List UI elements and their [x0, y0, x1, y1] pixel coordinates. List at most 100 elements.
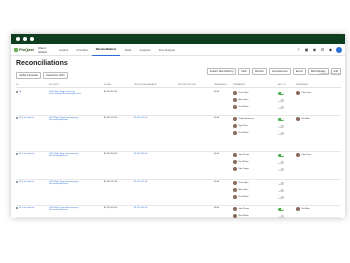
account-name[interactable]: 1000 Wells Fargo Checking Intercompany R…: [49, 91, 87, 96]
preparer[interactable]: Kim Whalen: [233, 195, 249, 199]
gl-link[interactable]: GL Link and sub: [19, 153, 34, 155]
signoff-toggle[interactable]: [278, 167, 284, 171]
avatar: [233, 167, 237, 171]
signoff-toggle[interactable]: [278, 160, 284, 164]
tab-tasks[interactable]: Tasks: [120, 44, 135, 56]
preparer[interactable]: Kyle Cooper: [233, 167, 249, 171]
header-gl[interactable]: GL: [16, 84, 19, 86]
signoff-toggle[interactable]: [278, 214, 284, 218]
row-checkbox[interactable]: [16, 117, 18, 119]
client-selector[interactable]: Client · Global: [38, 46, 55, 54]
gear-icon[interactable]: ⚙: [320, 47, 325, 52]
chat-icon[interactable]: ◉: [312, 47, 317, 52]
table-row[interactable]: GL 1000 Wells Fargo Checking Intercompany…: [16, 90, 341, 116]
reviewer[interactable]: Clara Grant: [296, 153, 311, 157]
header-reconciled-diff[interactable]: RECONCILED DIFF: [178, 84, 196, 86]
window-minimize-dot[interactable]: [23, 37, 27, 41]
gl-link[interactable]: GL Link and sub: [19, 181, 34, 183]
signoff-toggle[interactable]: [278, 195, 284, 199]
reviewer[interactable]: Clara Grant: [296, 91, 311, 95]
table-row[interactable]: GL Link and sub 1300 Wells Fargo Intercom…: [16, 180, 341, 206]
preparer[interactable]: Ryan Ross: [233, 124, 248, 128]
reconciled-balance[interactable]: $1,435,555.00: [134, 117, 147, 119]
table-row[interactable]: GL Link and sub 1100 Wells Fargo Intercom…: [16, 116, 341, 152]
tab-reconciliations[interactable]: Reconciliations: [91, 44, 121, 56]
tab-analytics[interactable]: Analytics: [136, 44, 155, 56]
filter-button[interactable]: Filter: [238, 68, 250, 75]
signoff-toggle[interactable]: [278, 188, 284, 192]
signoff-toggle[interactable]: [278, 105, 284, 109]
signoff-toggle[interactable]: [278, 117, 284, 121]
row-checkbox[interactable]: [16, 91, 18, 93]
logo[interactable]: FloQast: [14, 47, 38, 52]
help-icon[interactable]: ?: [296, 47, 301, 52]
header-preparers[interactable]: PREPARERS: [233, 84, 245, 86]
account-name[interactable]: 1200 Wells Fargo Intercompany Reconcilin…: [49, 153, 87, 158]
reviewer[interactable]: Kirk Elder: [296, 207, 310, 211]
preparer-name: Alexa Stern: [238, 99, 249, 101]
preparer-name: Kyle Cooper: [238, 168, 249, 170]
tab-checklist[interactable]: Checklist: [72, 44, 91, 56]
tab-flux-analysis[interactable]: Flux Analysis: [155, 44, 179, 56]
header-add-to[interactable]: ADD TO: [278, 84, 285, 86]
preparer[interactable]: Alexa Stern: [233, 98, 248, 102]
preparer[interactable]: Kevin Flynn: [233, 181, 248, 185]
preparer-name: Jake Parson: [238, 208, 250, 210]
user-avatar[interactable]: [336, 46, 342, 53]
account-name[interactable]: 1100 Wells Fargo Intercompany Reconcilin…: [49, 117, 87, 122]
preparer[interactable]: Jake Parson: [233, 153, 249, 157]
preparer[interactable]: Kevin Flynn: [233, 91, 248, 95]
period-select[interactable]: September 2023: [43, 72, 68, 79]
bell-icon[interactable]: ◆: [328, 47, 333, 52]
refresh-button[interactable]: Refresh: [251, 68, 267, 75]
toggle-knob: [278, 188, 281, 192]
row-checkbox[interactable]: [16, 153, 18, 155]
preparer[interactable]: Kim Whalen: [233, 105, 249, 109]
preparer[interactable]: Kim Whalen: [233, 214, 249, 218]
table-row[interactable]: GL Link and sub 1400 Wells Fargo Intercom…: [16, 206, 341, 218]
header-reconciled-balance[interactable]: RECONCILED BALANCE: [134, 84, 157, 86]
preparer[interactable]: Jake Parson: [233, 207, 249, 211]
window-maximize-dot[interactable]: [30, 37, 34, 41]
signoff-toggle[interactable]: [278, 207, 284, 211]
export-button[interactable]: Export: [292, 68, 306, 75]
signoff-toggle[interactable]: [278, 98, 284, 102]
gl-link[interactable]: GL Link and sub: [19, 117, 34, 119]
completeness-button[interactable]: Completeness: [268, 68, 291, 75]
reviewer-name: Kirk Elder: [301, 118, 310, 120]
row-checkbox[interactable]: [16, 181, 18, 183]
signoff-toggle[interactable]: [278, 131, 284, 135]
signoff-toggle[interactable]: [278, 124, 284, 128]
tab-folders[interactable]: Folders: [55, 44, 72, 56]
header-reviewers[interactable]: REVIEWERS: [296, 84, 308, 86]
signoff-toggle[interactable]: [278, 91, 284, 95]
signoff-toggle[interactable]: [278, 181, 284, 185]
gl-link[interactable]: GL: [19, 91, 22, 93]
reconciled-balance[interactable]: $1,235,005.00: [134, 207, 147, 209]
preparer[interactable]: Kim Whalen: [233, 160, 249, 164]
reviewer-name: Clara Grant: [301, 92, 312, 94]
box-icon[interactable]: ▣: [304, 47, 309, 52]
gl-balance: $1,435,555.00: [104, 117, 118, 119]
reviewer[interactable]: Kirk Elder: [296, 117, 310, 121]
reconciled-balance[interactable]: $1,411,021.00: [134, 181, 147, 183]
account-name[interactable]: 1300 Wells Fargo Intercompany Reconcilin…: [49, 181, 87, 186]
signoff-toggle[interactable]: [278, 153, 284, 157]
header-difference[interactable]: DIFFERENCE: [214, 84, 227, 86]
top-nav: FloQast Client · Global Folders Checklis…: [11, 44, 345, 56]
table-row[interactable]: GL Link and sub 1200 Wells Fargo Intercom…: [16, 152, 341, 180]
header-gl-bal[interactable]: GL BAL: [104, 84, 111, 86]
avatar: [296, 207, 300, 211]
header-account[interactable]: ACCOUNT: [49, 84, 59, 86]
window-close-dot[interactable]: [16, 37, 20, 41]
avatar: [233, 214, 237, 218]
preparer[interactable]: Kim Whalen: [233, 131, 249, 135]
auditor-warning-button[interactable]: Auditor Task Warning: [206, 68, 237, 75]
preparer[interactable]: Alexa Stern: [233, 188, 248, 192]
reconciled-balance[interactable]: $1,324,256.00: [134, 153, 147, 155]
preparer[interactable]: Kaitlyn Henderson: [233, 117, 254, 121]
company-select[interactable]: Global Corporate: [16, 72, 42, 79]
gl-link[interactable]: GL Link and sub: [19, 207, 34, 209]
account-name[interactable]: 1400 Wells Fargo Intercompany Reconcilin…: [49, 207, 87, 212]
row-checkbox[interactable]: [16, 207, 18, 209]
